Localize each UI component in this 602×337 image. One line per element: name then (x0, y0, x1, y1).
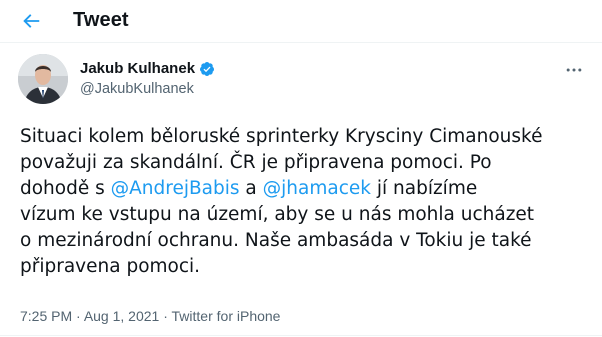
tweet-text-segment: jí nabízíme (370, 178, 478, 199)
divider (0, 335, 602, 336)
tweet-source[interactable]: Twitter for iPhone (172, 308, 281, 324)
tweet-text: Situaci kolem běloruské sprinterky Krysc… (20, 124, 590, 280)
page-title: Tweet (73, 9, 129, 31)
tweet-text-segment: o mezinárodní ochranu. Naše ambasáda v T… (20, 230, 532, 251)
tweet-text-segment: připravena pomoci. (20, 256, 201, 277)
back-button[interactable] (20, 8, 46, 34)
tweet-text-line: připravena pomoci. (20, 254, 590, 280)
tweet-text-segment: dohodě s (20, 178, 111, 199)
tweet-text-line: o mezinárodní ochranu. Naše ambasáda v T… (20, 228, 590, 254)
mention-link[interactable]: @AndrejBabis (111, 178, 240, 199)
tweet-text-line: vízum ke vstupu na území, aby se u nás m… (20, 202, 590, 228)
tweet-text-segment: považuji za skandální. ČR je připravena … (20, 152, 492, 173)
author-handle[interactable]: @JakubKulhanek (80, 81, 194, 97)
author-name-row: Jakub Kulhanek (80, 60, 215, 77)
more-options-button[interactable] (562, 60, 586, 80)
meta-separator: · (163, 308, 172, 324)
avatar[interactable] (18, 54, 68, 104)
tweet-text-segment: a (239, 178, 263, 199)
arrow-left-icon (23, 14, 40, 28)
tweet-meta: 7:25 PM · Aug 1, 2021 · Twitter for iPho… (20, 308, 280, 324)
tweet-text-segment: Situaci kolem běloruské sprinterky Krysc… (20, 126, 543, 147)
tweet-text-line: považuji za skandální. ČR je připravena … (20, 150, 590, 176)
tweet-text-line: Situaci kolem běloruské sprinterky Krysc… (20, 124, 590, 150)
meta-separator: · (76, 308, 84, 324)
tweet-date[interactable]: Aug 1, 2021 (84, 308, 160, 324)
tweet-header: Tweet (0, 0, 602, 43)
tweet-text-line: dohodě s @AndrejBabis a @jhamacek jí nab… (20, 176, 590, 202)
profile-photo (18, 54, 68, 104)
verified-badge-icon (199, 61, 215, 77)
author-name[interactable]: Jakub Kulhanek (80, 60, 195, 77)
mention-link[interactable]: @jhamacek (263, 178, 371, 199)
more-horizontal-icon (566, 68, 582, 72)
tweet-text-segment: vízum ke vstupu na území, aby se u nás m… (20, 204, 535, 225)
tweet-time[interactable]: 7:25 PM (20, 308, 72, 324)
